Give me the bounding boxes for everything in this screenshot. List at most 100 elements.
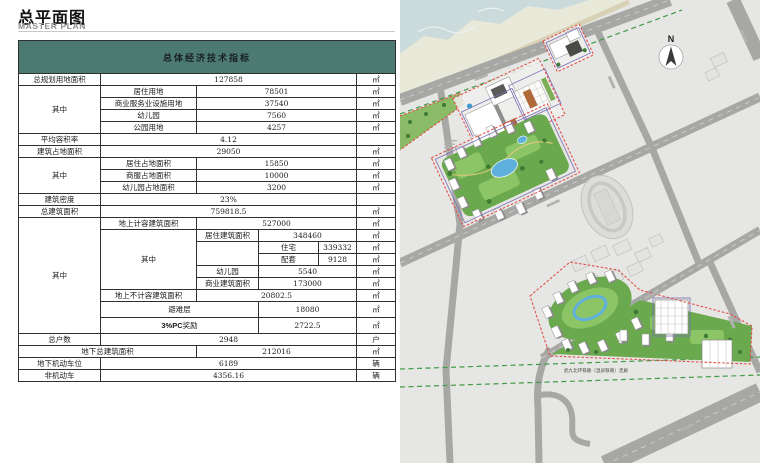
row-label: 总规划用地面积 — [19, 74, 101, 86]
row-label: 居住建筑面积 — [197, 230, 259, 242]
row-value: 173000 — [259, 278, 357, 290]
indicator-table: 总体经济技术指标 总规划用地面积127858㎡ 其中居住用地78501㎡ 商业服… — [18, 40, 396, 382]
row-label: 总户数 — [19, 334, 101, 346]
table-row: 总建筑面积759818.5㎡ — [19, 206, 396, 218]
row-unit: ㎡ — [357, 158, 396, 170]
table-row: 地下总建筑面积212016㎡ — [19, 346, 396, 358]
row-value: 15850 — [197, 158, 357, 170]
row-label: 平均容积率 — [19, 134, 101, 146]
row-label: 公园用地 — [101, 122, 197, 134]
commercial-building — [702, 340, 732, 368]
row-label: 建筑占地面积 — [19, 146, 101, 158]
row-unit — [357, 134, 396, 146]
row-unit: ㎡ — [357, 74, 396, 86]
merge-label: 其中 — [19, 158, 101, 194]
north-label: N — [668, 34, 675, 44]
row-value: 4257 — [197, 122, 357, 134]
row-label: 幼儿园占地面积 — [101, 182, 197, 194]
row-value: 2722.5 — [259, 318, 357, 334]
row-label: 配套 — [259, 254, 319, 266]
table-header-row: 总体经济技术指标 — [19, 41, 396, 74]
title-divider — [18, 31, 395, 32]
row-label: 商业建筑面积 — [197, 278, 259, 290]
merge-label: 其中 — [19, 218, 101, 334]
row-unit: ㎡ — [357, 230, 396, 242]
row-value: 339332 — [319, 242, 357, 254]
table-row: 其中地上计容建筑面积527000㎡ — [19, 218, 396, 230]
row-unit: ㎡ — [357, 254, 396, 266]
row-value: 127858 — [101, 74, 357, 86]
pc-rest: 奖励 — [183, 321, 198, 330]
row-value: 5540 — [259, 266, 357, 278]
row-value: 212016 — [197, 346, 357, 358]
table-row: 总规划用地面积127858㎡ — [19, 74, 396, 86]
table-row: 建筑密度23% — [19, 194, 396, 206]
table-row: 其中居住用地78501㎡ — [19, 86, 396, 98]
row-unit: ㎡ — [357, 218, 396, 230]
page-subtitle: MASTER PLAN — [18, 21, 86, 31]
empty-cell — [197, 242, 259, 266]
row-value: 18080 — [259, 302, 357, 318]
table-row: 其中居住占地面积15850㎡ — [19, 158, 396, 170]
left-panel: 总平面图 MASTER PLAN 总体经济技术指标 总规划用地面积127858㎡… — [0, 0, 400, 463]
row-label: 地下机动车位 — [19, 358, 101, 370]
row-value: 4.12 — [101, 134, 357, 146]
row-value: 2948 — [101, 334, 357, 346]
row-value: 20802.5 — [197, 290, 357, 302]
pc-bold: 3%PC — [161, 321, 182, 330]
row-label: 总建筑面积 — [19, 206, 101, 218]
row-unit: ㎡ — [357, 318, 396, 334]
row-value: 10000 — [197, 170, 357, 182]
row-unit: 辆 — [357, 358, 396, 370]
row-unit: 辆 — [357, 370, 396, 382]
row-value: 527000 — [197, 218, 357, 230]
row-unit: ㎡ — [357, 242, 396, 254]
row-value: 78501 — [197, 86, 357, 98]
row-label: 商服占地面积 — [101, 170, 197, 182]
master-plan-map: 武九北环铁路（温泉铁路）走廊 — [400, 0, 760, 463]
row-unit: ㎡ — [357, 182, 396, 194]
table-row: 非机动车4356.16辆 — [19, 370, 396, 382]
row-label: 3%PC奖励 — [101, 318, 259, 334]
row-label: 地上不计容建筑面积 — [101, 290, 197, 302]
table-row: 总户数2948户 — [19, 334, 396, 346]
row-unit: ㎡ — [357, 98, 396, 110]
row-value: 29050 — [101, 146, 357, 158]
row-unit: ㎡ — [357, 170, 396, 182]
table-row: 平均容积率4.12 — [19, 134, 396, 146]
commercial-building — [655, 300, 688, 334]
row-label: 非机动车 — [19, 370, 101, 382]
row-unit: ㎡ — [357, 86, 396, 98]
row-label: 幼儿园 — [197, 266, 259, 278]
row-label: 居住用地 — [101, 86, 197, 98]
row-value: 37540 — [197, 98, 357, 110]
row-value: 23% — [101, 194, 357, 206]
row-unit: ㎡ — [357, 206, 396, 218]
row-label: 商业服务业设施用地 — [101, 98, 197, 110]
row-value: 9128 — [319, 254, 357, 266]
row-value: 759818.5 — [101, 206, 357, 218]
table-row: 地下机动车位6189辆 — [19, 358, 396, 370]
row-value: 6189 — [101, 358, 357, 370]
row-label: 住宅 — [259, 242, 319, 254]
row-unit: ㎡ — [357, 302, 396, 318]
row-unit: ㎡ — [357, 110, 396, 122]
row-label: 地下总建筑面积 — [19, 346, 197, 358]
merge-label: 其中 — [101, 230, 197, 290]
row-label: 居住占地面积 — [101, 158, 197, 170]
row-label: 地上计容建筑面积 — [101, 218, 197, 230]
row-label: 幼儿园 — [101, 110, 197, 122]
row-value: 348460 — [259, 230, 357, 242]
row-label: 建筑密度 — [19, 194, 101, 206]
railway-label: 武九北环铁路（温泉铁路）走廊 — [564, 367, 629, 374]
row-value: 4356.16 — [101, 370, 357, 382]
row-value: 3200 — [197, 182, 357, 194]
row-unit — [357, 194, 396, 206]
row-label: 避难层 — [101, 302, 259, 318]
page: 总平面图 MASTER PLAN 总体经济技术指标 总规划用地面积127858㎡… — [0, 0, 760, 463]
merge-label: 其中 — [19, 86, 101, 134]
row-unit: ㎡ — [357, 266, 396, 278]
row-unit: ㎡ — [357, 146, 396, 158]
table-title: 总体经济技术指标 — [19, 41, 396, 74]
row-unit: ㎡ — [357, 290, 396, 302]
